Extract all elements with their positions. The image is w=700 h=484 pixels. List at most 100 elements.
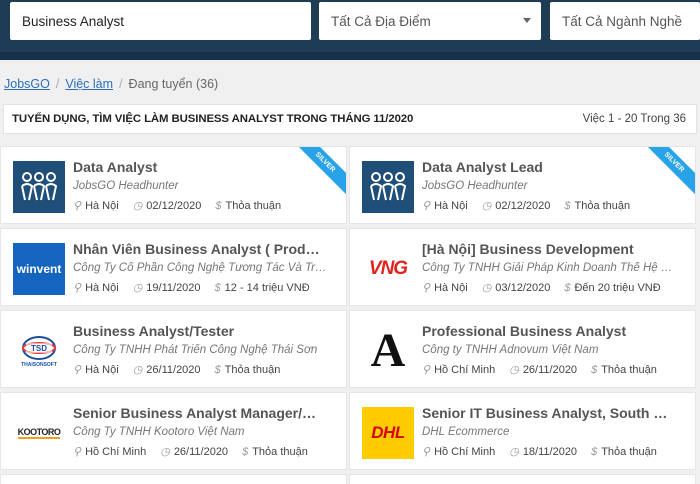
job-date: ◷ 26/11/2020 (160, 445, 229, 459)
job-title[interactable]: Senior Business Analyst Manager/Director (73, 405, 323, 421)
job-date: ◷ 26/11/2020 (132, 363, 201, 377)
company-name[interactable]: Công Ty TNHH Phát Triển Công Nghệ Thái S… (73, 344, 328, 356)
dollar-icon: $ (242, 445, 249, 458)
breadcrumb: JobsGO / Việc làm / Đang tuyển (36) (4, 77, 218, 91)
globe-icon: TSD (22, 336, 56, 360)
breadcrumb-home-link[interactable]: JobsGO (4, 77, 50, 91)
job-date: ◷ 18/11/2020 (509, 445, 578, 459)
company-name[interactable]: Công Ty Cổ Phần Công Nghệ Tương Tác Và T… (73, 262, 328, 274)
job-meta: ⚲ Hà Nội ◷ 19/11/2020 $12 - 14 triệu VNĐ (73, 281, 310, 295)
job-salary: $ Thỏa thuận (564, 199, 631, 212)
job-card[interactable]: VNG [Hà Nội] Business Development Công T… (349, 228, 696, 306)
company-name[interactable]: Công Ty TNHH Kootoro Việt Nam (73, 426, 328, 438)
map-pin-icon: ⚲ (73, 200, 82, 212)
map-pin-icon: ⚲ (422, 200, 431, 212)
job-salary: $12 - 14 triệu VNĐ (214, 281, 310, 294)
job-meta: ⚲ Hồ Chí Minh ◷ 18/11/2020 $ Thỏa thuận (422, 445, 657, 459)
job-salary: $ Đến 20 triệu VNĐ (564, 281, 661, 294)
job-title[interactable]: Data Analyst (73, 159, 323, 175)
job-date: ◷ 02/12/2020 (481, 199, 551, 213)
clock-icon: ◷ (481, 200, 492, 212)
dhl-logo: DHL (362, 407, 414, 459)
job-card[interactable]: DHL Senior IT Business Analyst, South Ea… (349, 392, 696, 470)
company-name[interactable]: DHL Ecommerce (422, 426, 677, 438)
clock-icon: ◷ (509, 446, 519, 458)
clock-icon: ◷ (481, 282, 492, 294)
job-meta: ⚲ Hà Nội ◷ 02/12/2020 $ Thỏa thuận (73, 199, 282, 213)
map-pin-icon: ⚲ (422, 446, 431, 458)
jobsgo-logo (13, 161, 65, 213)
job-location: ⚲ Hồ Chí Minh (73, 445, 147, 459)
clock-icon: ◷ (132, 282, 143, 294)
dollar-icon: $ (214, 281, 221, 294)
job-title[interactable]: [Hà Nội] Business Development (422, 241, 672, 257)
clock-icon: ◷ (509, 364, 519, 376)
breadcrumb-separator: / (119, 77, 123, 91)
company-name[interactable]: JobsGO Headhunter (422, 180, 677, 192)
kootoro-logo: KOOTORO (13, 407, 65, 459)
job-card[interactable] (0, 474, 347, 484)
dhl-logo-text: DHL (371, 423, 405, 442)
people-icon (21, 172, 58, 201)
job-title[interactable]: Professional Business Analyst (422, 323, 672, 339)
job-title[interactable]: Nhân Viên Business Analyst ( Product Own… (73, 241, 323, 257)
job-salary: $ Thỏa thuận (591, 363, 657, 376)
search-bar-stripe (0, 52, 700, 60)
industry-select[interactable]: Tất Cả Ngành Nghề (550, 2, 700, 40)
job-date: ◷ 26/11/2020 (509, 363, 578, 377)
job-salary: $ Thỏa thuận (242, 445, 308, 458)
dollar-icon: $ (564, 281, 571, 294)
job-location: ⚲ Hà Nội (73, 363, 119, 377)
job-card[interactable] (349, 474, 696, 484)
job-salary: $ Thỏa thuận (215, 199, 282, 212)
breadcrumb-current: Đang tuyển (36) (128, 77, 219, 91)
industry-select-value: Tất Cả Ngành Nghề (562, 13, 683, 29)
job-card[interactable]: Data Analyst JobsGO Headhunter ⚲ Hà Nội ◷… (0, 146, 347, 224)
map-pin-icon: ⚲ (73, 364, 82, 376)
job-date: ◷ 02/12/2020 (132, 199, 202, 213)
job-location: ⚲ Hồ Chí Minh (422, 445, 496, 459)
breadcrumb-jobs-link[interactable]: Việc làm (65, 77, 113, 91)
job-location: ⚲ Hồ Chí Minh (422, 363, 496, 377)
job-title[interactable]: Data Analyst Lead (422, 159, 672, 175)
map-pin-icon: ⚲ (422, 364, 431, 376)
map-pin-icon: ⚲ (73, 446, 82, 458)
chevron-down-icon (523, 18, 531, 23)
clock-icon: ◷ (132, 200, 143, 212)
people-icon (370, 172, 407, 201)
thaisonsoft-logo-text: THAISONSOFT (21, 362, 57, 368)
vng-logo: VNG (362, 243, 414, 295)
kootoro-logo-text: KOOTORO (17, 427, 61, 439)
results-header: TUYỂN DỤNG, TÌM VIỆC LÀM BUSINESS ANALYS… (3, 104, 697, 134)
vng-logo-text: VNG (368, 258, 408, 279)
location-select[interactable]: Tất Cả Địa Điểm (319, 2, 541, 40)
job-meta: ⚲ Hồ Chí Minh ◷ 26/11/2020 $ Thỏa thuận (73, 445, 308, 459)
keyword-input[interactable]: Business Analyst (10, 2, 311, 40)
result-count: Việc 1 - 20 Trong 36 (582, 113, 686, 125)
jobsgo-logo (362, 161, 414, 213)
job-meta: ⚲ Hà Nội ◷ 02/12/2020 $ Thỏa thuận (422, 199, 631, 213)
thaisonsoft-logo: TSD THAISONSOFT (13, 325, 65, 377)
job-title[interactable]: Senior IT Business Analyst, South East A… (422, 405, 672, 421)
job-card[interactable]: TSD THAISONSOFT Business Analyst/Tester … (0, 310, 347, 388)
job-date: ◷ 03/12/2020 (481, 281, 551, 295)
page-title: TUYỂN DỤNG, TÌM VIỆC LÀM BUSINESS ANALYS… (12, 113, 414, 125)
job-card[interactable]: A Professional Business Analyst Công ty … (349, 310, 696, 388)
job-card[interactable]: KOOTORO Senior Business Analyst Manager/… (0, 392, 347, 470)
svg-text:TSD: TSD (31, 344, 47, 353)
company-name[interactable]: JobsGO Headhunter (73, 180, 328, 192)
winvent-logo-text: winvent (16, 262, 62, 276)
adnovum-logo: A (362, 325, 414, 377)
job-card[interactable]: Data Analyst Lead JobsGO Headhunter ⚲ Hà … (349, 146, 696, 224)
job-meta: ⚲ Hồ Chí Minh ◷ 26/11/2020 $ Thỏa thuận (422, 363, 657, 377)
job-card[interactable]: winvent Nhân Viên Business Analyst ( Pro… (0, 228, 347, 306)
job-meta: ⚲ Hà Nội ◷ 26/11/2020 $ Thỏa thuận (73, 363, 281, 377)
winvent-logo: winvent (13, 243, 65, 295)
adnovum-logo-text: A (370, 324, 406, 377)
job-title[interactable]: Business Analyst/Tester (73, 323, 323, 339)
company-name[interactable]: Công ty TNHH Adnovum Việt Nam (422, 344, 677, 356)
dollar-icon: $ (591, 363, 598, 376)
job-salary: $ Thỏa thuận (214, 363, 281, 376)
company-name[interactable]: Công Ty TNHH Giải Pháp Kinh Doanh Thế Hệ… (422, 262, 677, 274)
clock-icon: ◷ (160, 446, 170, 458)
